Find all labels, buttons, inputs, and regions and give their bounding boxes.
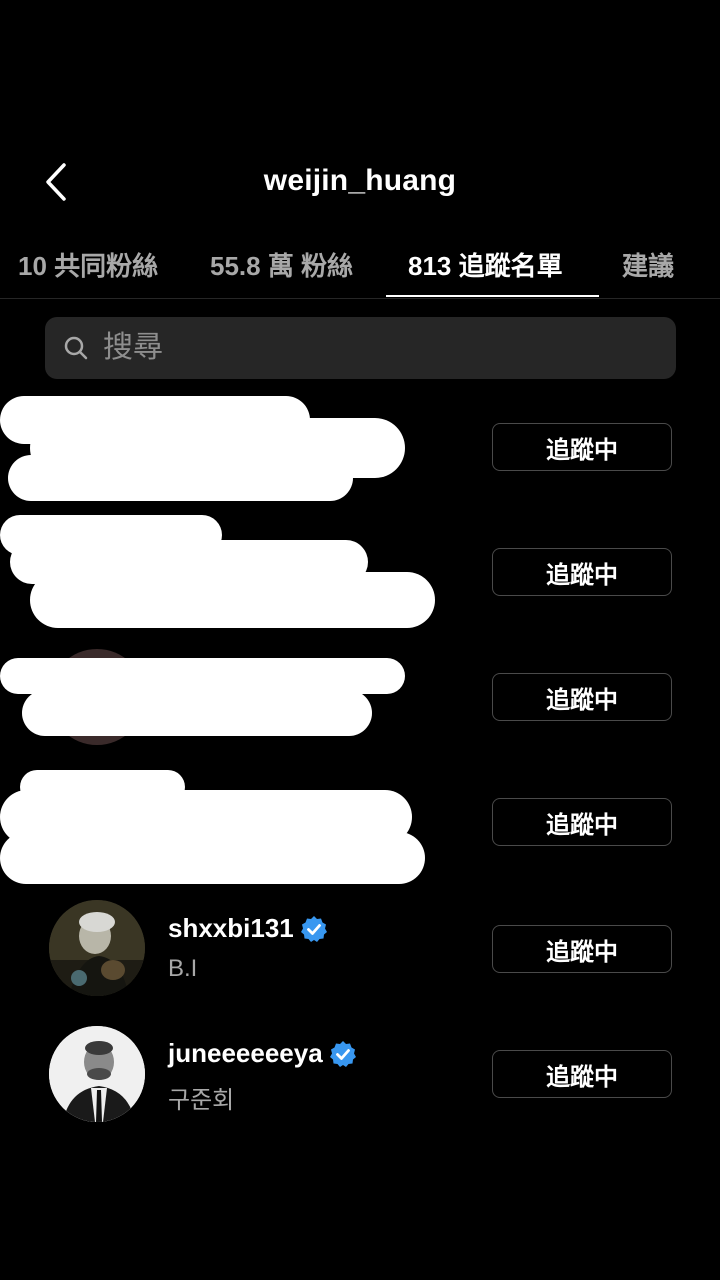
tab-following[interactable]: 813 追蹤名單 (408, 232, 563, 296)
search-input[interactable] (101, 330, 645, 366)
following-button[interactable]: 追蹤中 (492, 798, 672, 846)
avatar[interactable] (49, 900, 145, 996)
tab-mutual-followers[interactable]: 10 共同粉絲 (18, 232, 158, 296)
profile-photo (49, 900, 145, 996)
username-text: shxxbi131 (168, 913, 294, 943)
verified-badge-icon (329, 1040, 356, 1067)
verified-badge-icon (300, 915, 327, 942)
active-tab-indicator (386, 295, 599, 297)
list-item[interactable]: shxxbi131 B.I 追蹤中 (0, 895, 720, 1005)
following-button[interactable]: 追蹤中 (492, 1050, 672, 1098)
avatar[interactable] (49, 1026, 145, 1122)
username[interactable]: juneeeeeeya (168, 1038, 357, 1069)
following-button[interactable]: 追蹤中 (492, 673, 672, 721)
profile-photo (49, 1026, 145, 1122)
follow-tabs: 10 共同粉絲 55.8 萬 粉絲 813 追蹤名單 建議 (0, 232, 720, 299)
username-text: juneeeeeeya (168, 1038, 323, 1068)
search-icon (64, 336, 88, 360)
search-bar[interactable] (45, 317, 676, 379)
top-bar: weijin_huang (0, 150, 720, 214)
tab-suggested[interactable]: 建議 (622, 232, 674, 296)
tab-followers[interactable]: 55.8 萬 粉絲 (210, 232, 353, 296)
following-button[interactable]: 追蹤中 (492, 548, 672, 596)
full-name: B.I (168, 955, 198, 982)
full-name: 구준회 (168, 1087, 235, 1114)
following-button[interactable]: 追蹤中 (492, 423, 672, 471)
username[interactable]: shxxbi131 (168, 913, 328, 944)
following-button[interactable]: 追蹤中 (492, 925, 672, 973)
list-item[interactable]: juneeeeeeya 구준회 追蹤中 (0, 1020, 720, 1130)
page-title: weijin_huang (263, 164, 457, 197)
